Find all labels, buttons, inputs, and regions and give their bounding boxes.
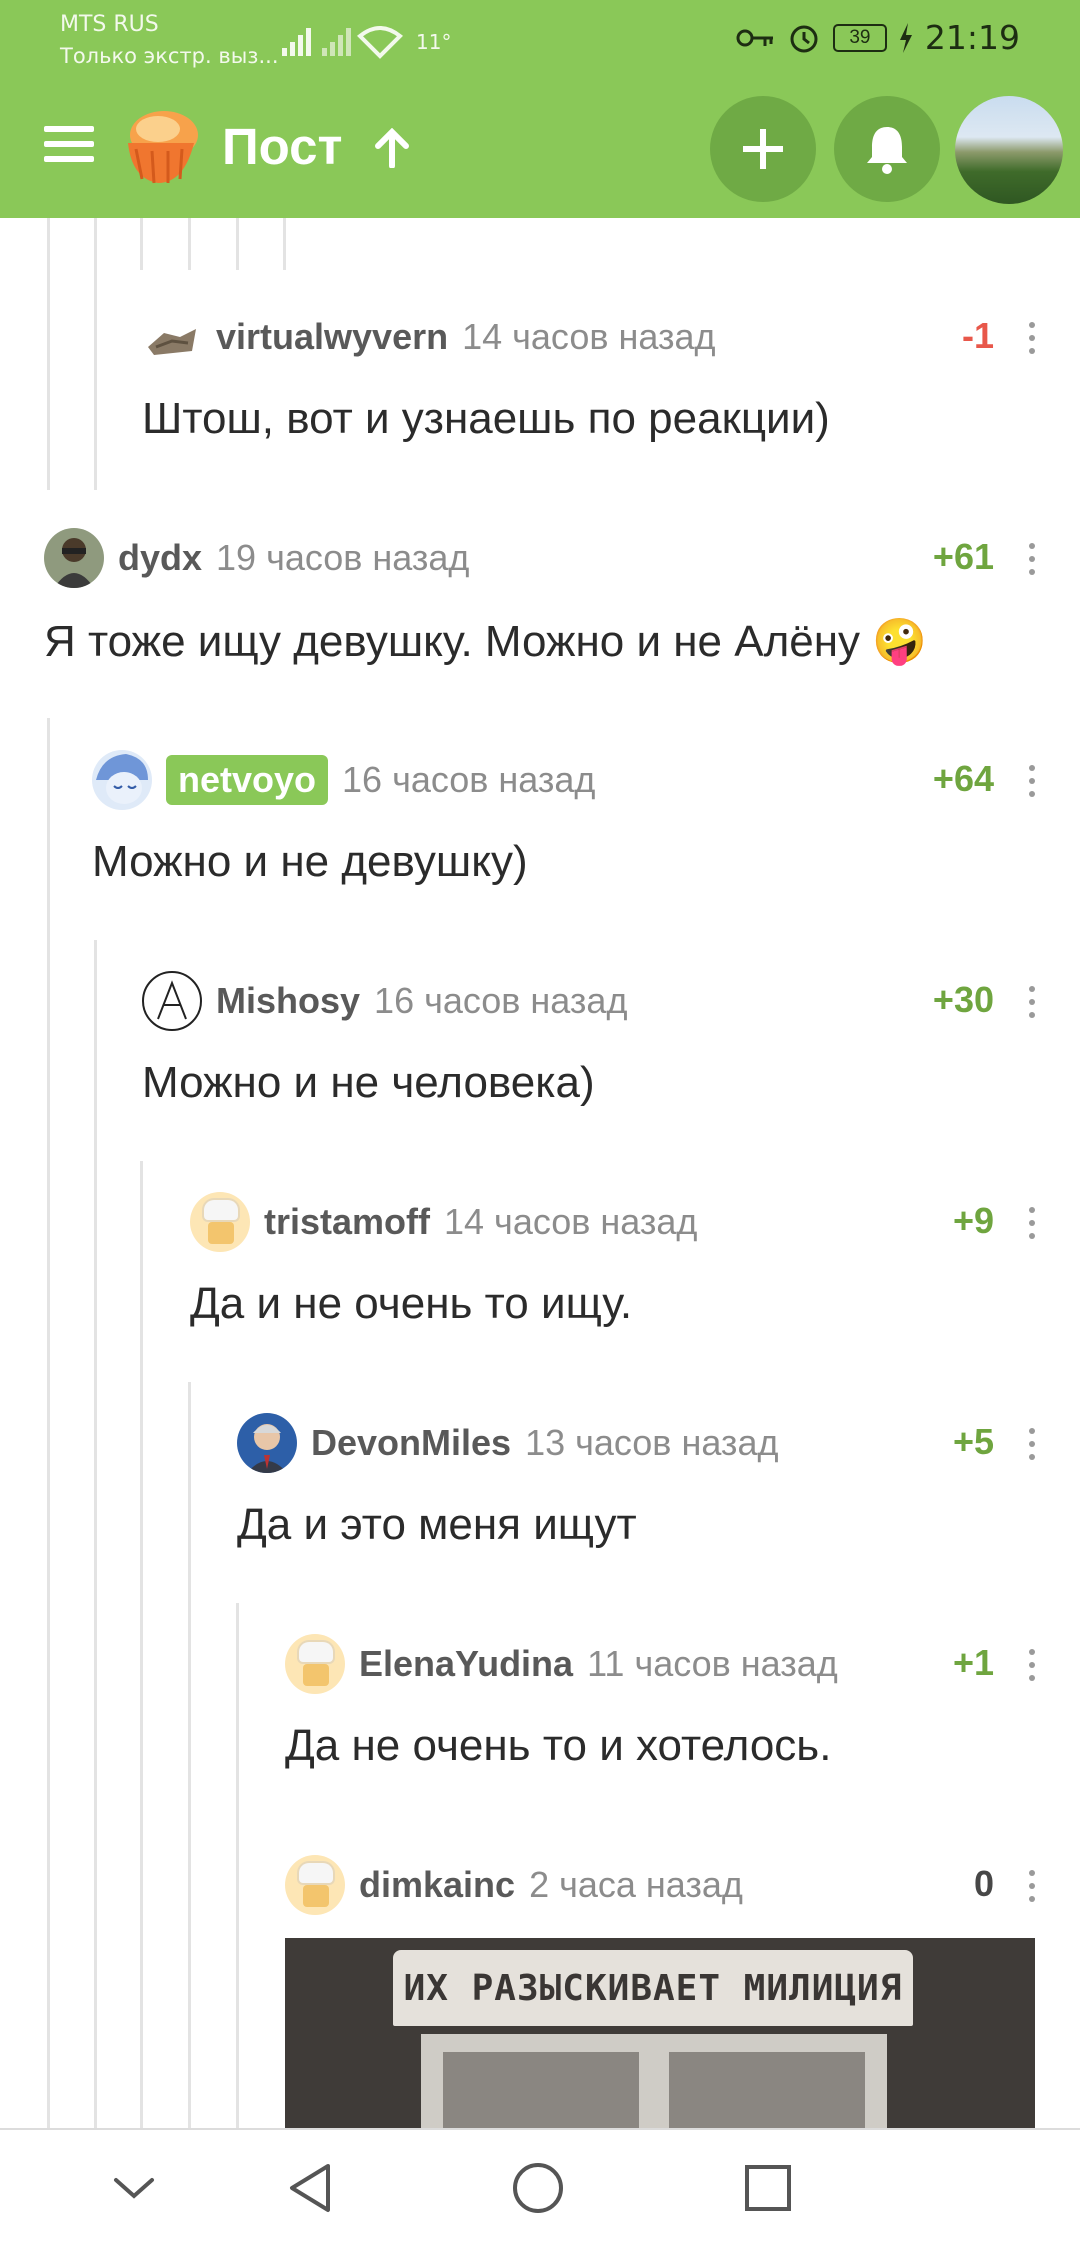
comment: tristamoff 14 часов назад +9 Да и не оче… (190, 1191, 1040, 1341)
comment-time: 11 часов назад (587, 1643, 838, 1684)
comment-author[interactable]: virtualwyvern (216, 316, 448, 358)
page-title: Пост (222, 118, 343, 175)
comment: virtualwyvern 14 часов назад -1 Штош, во… (142, 306, 1040, 456)
comment-time: 13 часов назад (525, 1422, 779, 1463)
comment-text: Да не очень то и хотелось. (285, 1721, 832, 1770)
more-options-icon[interactable] (1024, 1649, 1040, 1681)
recents-icon[interactable] (736, 2156, 800, 2220)
avatar[interactable] (142, 307, 202, 367)
comment-rating: -1 (961, 315, 994, 356)
comment-text: Штош, вот и узнаешь по реакции) (142, 394, 830, 443)
home-icon[interactable] (506, 2156, 570, 2220)
comment-text: Можно и не девушку) (92, 837, 528, 886)
avatar[interactable] (285, 1855, 345, 1915)
back-icon[interactable] (278, 2156, 342, 2220)
comment-time: 16 часов назад (374, 980, 628, 1021)
more-options-icon[interactable] (1024, 543, 1040, 575)
avatar[interactable] (44, 528, 104, 588)
key-icon (736, 29, 773, 46)
status-icons: 39 21:19 (735, 18, 1020, 57)
comment-image[interactable]: ИХ РАЗЫСКИВАЕТ МИЛИЦИЯ (285, 1938, 1035, 2128)
comment-author[interactable]: tristamoff (264, 1201, 430, 1243)
temperature-indicator: 11° (416, 30, 452, 54)
comment-text: Можно и не человека) (142, 1058, 595, 1107)
comment: DevonMiles 13 часов назад +5 Да и это ме… (237, 1412, 1040, 1562)
menu-icon[interactable] (44, 126, 94, 166)
comment-rating: +61 (932, 536, 994, 577)
charging-icon (899, 22, 912, 53)
comment: ElenaYudina 11 часов назад +1 Да не очен… (285, 1633, 1040, 1783)
more-options-icon[interactable] (1024, 322, 1040, 354)
battery-indicator: 39 (832, 23, 887, 52)
logo-icon[interactable] (118, 105, 204, 187)
thread-line (94, 940, 97, 2128)
avatar[interactable] (142, 971, 202, 1031)
clock: 21:19 (924, 18, 1020, 57)
system-navigation-bar (0, 2128, 1080, 2244)
comment: dydx 19 часов назад +61 Я тоже ищу девуш… (44, 527, 1040, 677)
emergency-status: Только экстр. выз... (60, 44, 279, 68)
thread-line (47, 718, 50, 2128)
more-options-icon[interactable] (1024, 1207, 1040, 1239)
avatar[interactable] (92, 750, 152, 810)
alarm-icon (790, 25, 818, 52)
comment: dimkainc 2 часа назад 0 (285, 1854, 1040, 1934)
comments-thread: virtualwyvern 14 часов назад -1 Штош, во… (0, 218, 1080, 2128)
comment-rating: +64 (932, 758, 994, 799)
comment-time: 14 часов назад (462, 316, 716, 357)
comment-author[interactable]: DevonMiles (311, 1422, 511, 1464)
thread-line (140, 1161, 143, 2128)
notifications-button[interactable] (834, 96, 940, 202)
comment-rating: +30 (932, 979, 994, 1020)
more-options-icon[interactable] (1024, 986, 1040, 1018)
comment-time: 16 часов назад (342, 759, 596, 800)
more-options-icon[interactable] (1024, 1870, 1040, 1902)
avatar[interactable] (190, 1192, 250, 1252)
thread-line (236, 218, 239, 270)
more-options-icon[interactable] (1024, 765, 1040, 797)
comment-rating: +9 (952, 1200, 994, 1241)
image-sign-text: ИХ РАЗЫСКИВАЕТ МИЛИЦИЯ (393, 1950, 913, 2026)
plus-icon (743, 129, 783, 169)
thread-line (94, 218, 97, 490)
comment-text: Да и это меня ищут (237, 1500, 637, 1549)
comment: Mishosy 16 часов назад +30 Можно и не че… (142, 970, 1040, 1120)
thread-line (188, 1382, 191, 2128)
comment-text: Я тоже ищу девушку. Можно и не Алёну 🤪 (44, 617, 928, 666)
thread-line (188, 218, 191, 270)
up-arrow-icon[interactable] (370, 128, 414, 168)
app-header: MTS RUS Только экстр. выз... 11° 39 21:1… (0, 0, 1080, 218)
comment: netvoyo 16 часов назад +64 Можно и не де… (92, 749, 1040, 899)
comment-author[interactable]: dydx (118, 537, 202, 579)
bell-icon (867, 127, 907, 174)
avatar[interactable] (237, 1413, 297, 1473)
comment-time: 19 часов назад (216, 537, 470, 578)
comment-text: Да и не очень то ищу. (190, 1279, 633, 1328)
add-post-button[interactable] (710, 96, 816, 202)
thread-line (47, 218, 50, 490)
comment-author[interactable]: netvoyo (166, 755, 329, 805)
thread-line (140, 218, 143, 270)
carrier-name: MTS RUS (60, 12, 159, 37)
image-frame (421, 2034, 887, 2128)
chevron-down-icon[interactable] (102, 2156, 166, 2220)
comment-author[interactable]: ElenaYudina (359, 1643, 573, 1685)
thread-line (236, 1603, 239, 2128)
comment-time: 14 часов назад (444, 1201, 698, 1242)
thread-line (283, 218, 286, 270)
comment-time: 2 часа назад (529, 1864, 743, 1905)
comment-rating: +1 (952, 1642, 994, 1683)
comment-author[interactable]: dimkainc (359, 1864, 515, 1906)
more-options-icon[interactable] (1024, 1428, 1040, 1460)
signal-icon (282, 26, 403, 59)
avatar[interactable] (285, 1634, 345, 1694)
profile-avatar[interactable] (955, 96, 1063, 204)
comment-rating: 0 (973, 1863, 994, 1904)
comment-rating: +5 (952, 1421, 994, 1462)
comment-author[interactable]: Mishosy (216, 980, 360, 1022)
